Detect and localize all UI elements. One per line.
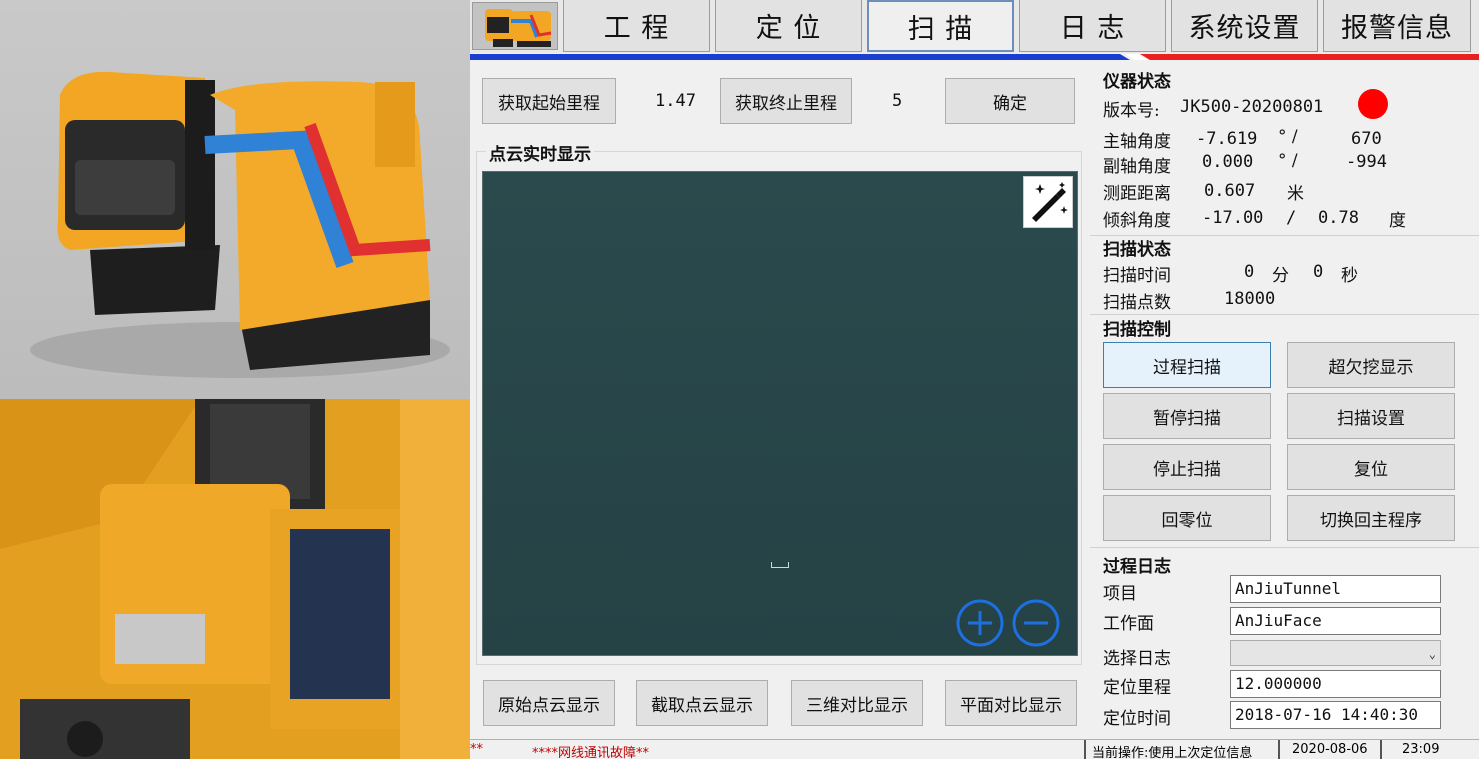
main-axis-label: 主轴角度 — [1103, 132, 1171, 152]
position-time-label: 定位时间 — [1103, 709, 1171, 729]
status-bar: ** ****网线通讯故障** 当前操作:使用上次定位信息 2020-08-06… — [470, 739, 1479, 759]
clipped-pointcloud-button[interactable]: 截取点云显示 — [636, 680, 768, 726]
scan-status-title: 扫描状态 — [1103, 240, 1171, 260]
scan-control-title: 扫描控制 — [1103, 320, 1171, 340]
tab-scan[interactable]: 扫 描 — [867, 0, 1014, 52]
distance-label: 测距距离 — [1103, 184, 1171, 204]
work-face-field[interactable]: AnJiuFace — [1230, 607, 1441, 635]
tilt-label: 倾斜角度 — [1103, 211, 1171, 231]
work-face-label: 工作面 — [1103, 614, 1154, 634]
tilt-separator: / — [1286, 208, 1297, 228]
tab-positioning[interactable]: 定 位 — [715, 0, 862, 52]
scan-seconds-value: 0 — [1313, 262, 1324, 282]
3d-compare-button[interactable]: 三维对比显示 — [791, 680, 923, 726]
main-navigation: 工 程 定 位 扫 描 日 志 系统设置 报警信息 — [470, 0, 1479, 53]
plane-compare-button[interactable]: 平面对比显示 — [945, 680, 1077, 726]
status-date: 2020-08-06 — [1292, 742, 1368, 757]
sub-axis-raw: -994 — [1346, 152, 1387, 172]
position-time-field[interactable]: 2018-07-16 14:40:30 — [1230, 701, 1441, 729]
scan-time-label: 扫描时间 — [1103, 266, 1171, 286]
project-field[interactable]: AnJiuTunnel — [1230, 575, 1441, 603]
tab-alarm-info[interactable]: 报警信息 — [1323, 0, 1471, 52]
main-axis-value: -7.619 — [1196, 129, 1258, 149]
current-operation-text: 当前操作:使用上次定位信息 — [1092, 746, 1253, 759]
tilt-value: -17.00 — [1202, 208, 1264, 228]
confirm-button[interactable]: 确定 — [945, 78, 1075, 124]
scan-settings-button[interactable]: 扫描设置 — [1287, 393, 1455, 439]
over-under-excavation-button[interactable]: 超欠挖显示 — [1287, 342, 1455, 388]
scan-points-value: 18000 — [1224, 289, 1276, 309]
pointcloud-canvas[interactable] — [482, 171, 1078, 656]
reset-button[interactable]: 复位 — [1287, 444, 1455, 490]
scan-main-area: 获取起始里程 1.47 获取终止里程 5 确定 点云实时显示 原始点云显示 截取… — [470, 63, 1090, 739]
status-left-marks: ** — [470, 742, 483, 757]
distance-value: 0.607 — [1204, 181, 1256, 201]
project-label: 项目 — [1103, 584, 1137, 604]
magic-wand-icon[interactable] — [1023, 176, 1073, 228]
zoom-in-icon[interactable] — [955, 598, 1005, 648]
tilt-unit: 度 — [1389, 211, 1406, 231]
distance-unit: 米 — [1287, 184, 1304, 204]
current-operation-cell: 当前操作:使用上次定位信息 — [1084, 740, 1272, 759]
position-mileage-label: 定位里程 — [1103, 678, 1171, 698]
divider — [1090, 547, 1479, 548]
alarm-message: ****网线通讯故障** — [532, 746, 650, 759]
nav-accent-stripe — [470, 53, 1479, 63]
get-start-mileage-button[interactable]: 获取起始里程 — [482, 78, 616, 124]
scanner-installed-photo — [0, 399, 470, 759]
status-panel: 仪器状态 版本号: JK500-20200801 主轴角度 -7.619 ° /… — [1090, 63, 1479, 739]
end-mileage-value: 5 — [892, 91, 903, 111]
tab-project[interactable]: 工 程 — [563, 0, 710, 52]
chevron-down-icon: ⌄ — [1428, 647, 1436, 661]
scan-points-label: 扫描点数 — [1103, 293, 1171, 313]
raw-pointcloud-button[interactable]: 原始点云显示 — [483, 680, 615, 726]
get-end-mileage-button[interactable]: 获取终止里程 — [720, 78, 852, 124]
scan-minutes-value: 0 — [1244, 262, 1255, 282]
stop-scan-button[interactable]: 停止扫描 — [1103, 444, 1271, 490]
tab-log[interactable]: 日 志 — [1019, 0, 1166, 52]
position-mileage-field[interactable]: 12.000000 — [1230, 670, 1441, 698]
time-cell: 23:09 — [1380, 740, 1479, 759]
scanner-product-photo — [0, 0, 470, 399]
tab-system-settings[interactable]: 系统设置 — [1171, 0, 1318, 52]
process-log-title: 过程日志 — [1103, 557, 1171, 577]
pause-scan-button[interactable]: 暂停扫描 — [1103, 393, 1271, 439]
minutes-unit: 分 — [1272, 266, 1289, 286]
pointcloud-cursor-marker — [771, 562, 789, 568]
start-mileage-value: 1.47 — [655, 91, 696, 111]
sub-axis-label: 副轴角度 — [1103, 157, 1171, 177]
zoom-out-icon[interactable] — [1011, 598, 1061, 648]
sub-axis-unit: ° / — [1278, 151, 1298, 171]
pointcloud-title: 点云实时显示 — [486, 140, 594, 165]
scanner-logo-icon[interactable] — [472, 2, 558, 50]
process-scan-button[interactable]: 过程扫描 — [1103, 342, 1271, 388]
status-time: 23:09 — [1402, 742, 1440, 757]
back-to-main-program-button[interactable]: 切换回主程序 — [1287, 495, 1455, 541]
version-label: 版本号: — [1103, 101, 1160, 121]
device-status-indicator — [1358, 89, 1388, 119]
instrument-status-title: 仪器状态 — [1103, 72, 1171, 92]
seconds-unit: 秒 — [1341, 266, 1358, 286]
sub-axis-value: 0.000 — [1202, 152, 1254, 172]
select-log-label: 选择日志 — [1103, 649, 1171, 669]
main-axis-unit: ° / — [1278, 127, 1298, 147]
version-value: JK500-20200801 — [1180, 97, 1324, 117]
select-log-dropdown[interactable]: ⌄ — [1230, 640, 1441, 666]
date-cell: 2020-08-06 — [1278, 740, 1378, 759]
main-axis-raw: 670 — [1351, 129, 1382, 149]
return-zero-button[interactable]: 回零位 — [1103, 495, 1271, 541]
tilt-value-2: 0.78 — [1318, 208, 1359, 228]
